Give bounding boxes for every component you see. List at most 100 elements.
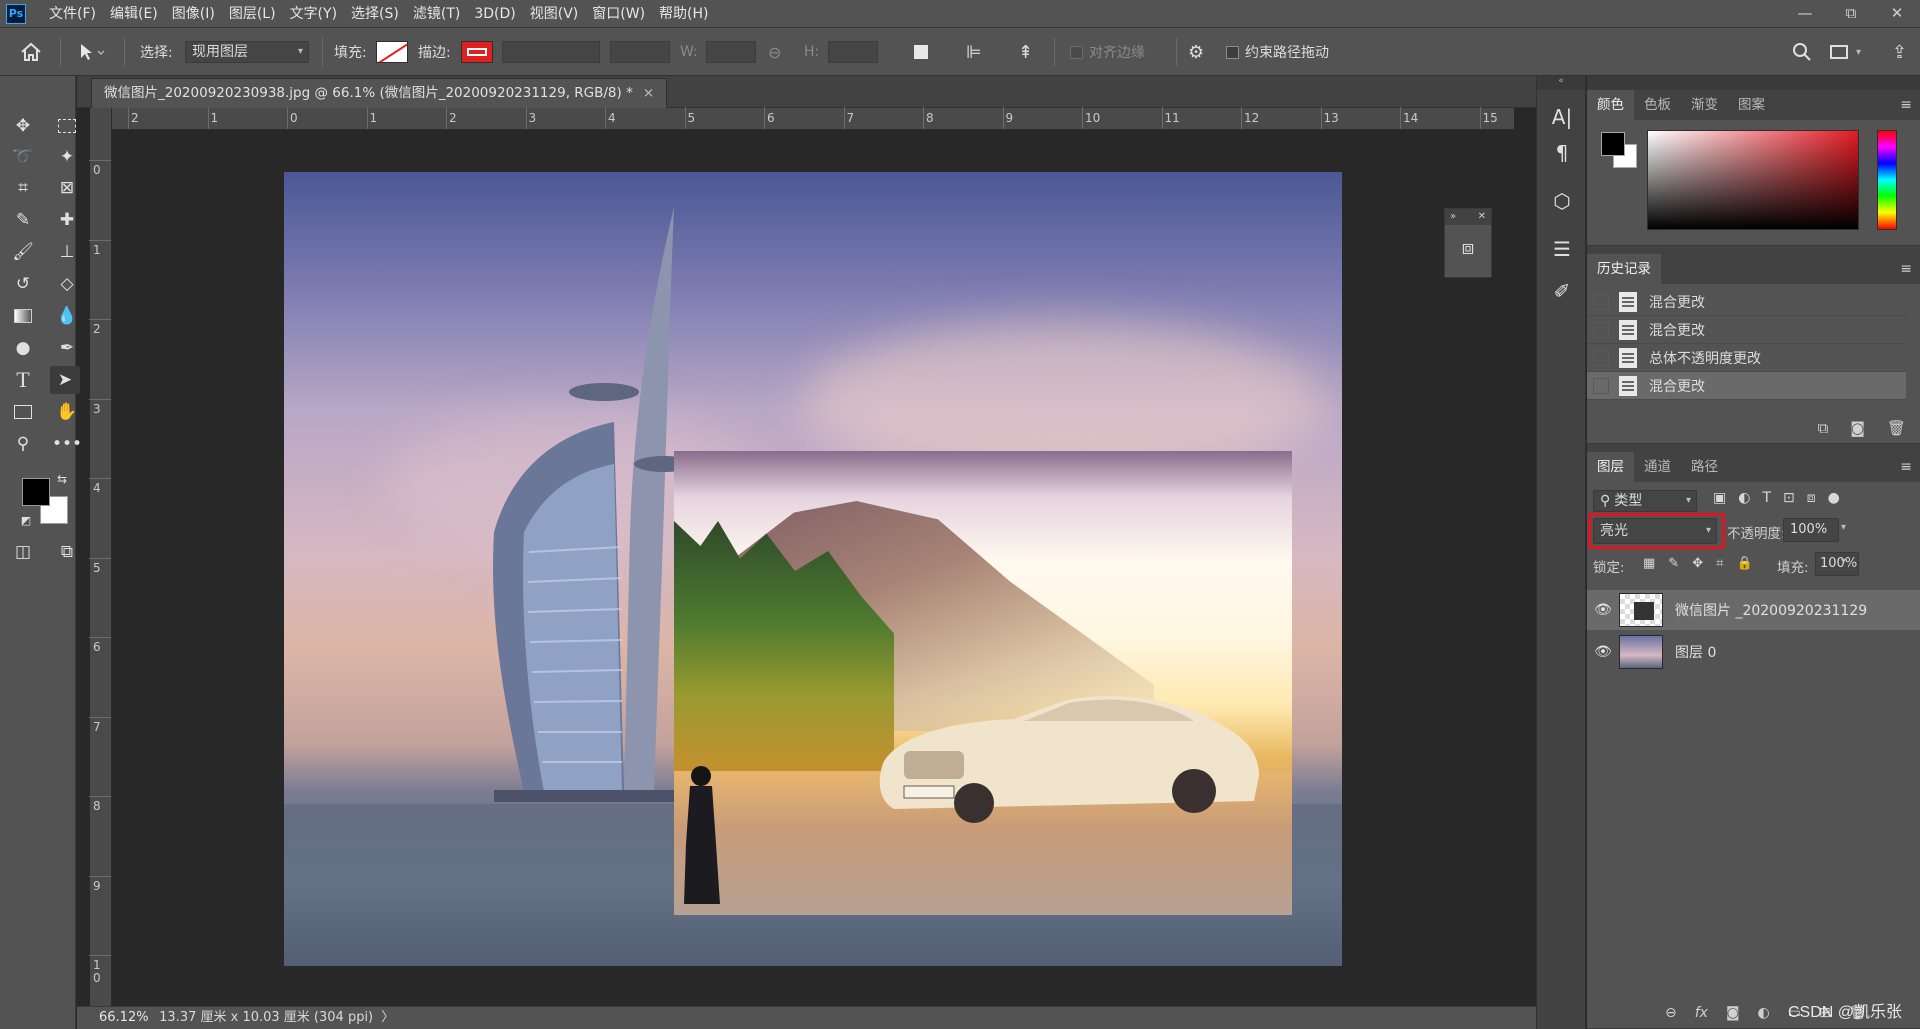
collapse-icon[interactable]: « (1537, 76, 1585, 90)
adjustment-layer-icon[interactable]: ◐ (1758, 1005, 1770, 1021)
add-mask-icon[interactable]: ◙ (1726, 1005, 1740, 1021)
foreground-color-swatch[interactable] (1601, 132, 1625, 156)
properties-panel-icon[interactable]: ☰ (1547, 234, 1577, 264)
eye-icon[interactable]: 👁 (1587, 644, 1619, 660)
move-tool-icon[interactable]: ✥ (8, 112, 38, 140)
tab-swatches[interactable]: 色板 (1634, 90, 1681, 120)
menu-image[interactable]: 图像(I) (165, 0, 222, 28)
smart-object-filter-icon[interactable]: ⧈ (1807, 490, 1816, 506)
quick-mask-icon[interactable]: ◫ (8, 538, 38, 566)
document-image[interactable] (284, 172, 1342, 966)
tab-color[interactable]: 颜色 (1587, 90, 1634, 120)
tab-channels[interactable]: 通道 (1634, 452, 1681, 482)
color-picker-field[interactable] (1647, 130, 1859, 230)
constrain-path-option[interactable]: 约束路径拖动 (1226, 28, 1329, 76)
new-snapshot-icon[interactable]: ◙ (1850, 419, 1865, 437)
horizontal-ruler[interactable]: 2 1 0 1 2 3 4 5 6 7 8 9 10 11 12 13 14 15 (112, 107, 1514, 130)
path-selection-tool-icon[interactable]: ➤ (50, 366, 80, 394)
pixel-filter-icon[interactable]: ▣ (1713, 490, 1726, 506)
default-colors-icon[interactable]: ◩ (18, 512, 34, 528)
eyedropper-tool-icon[interactable]: ✎ (8, 206, 38, 234)
chevron-down-icon[interactable]: ▾ (1841, 522, 1846, 533)
foreground-color-swatch[interactable] (22, 478, 50, 506)
align-edges-checkbox[interactable] (1070, 45, 1083, 59)
path-operations-icon[interactable] (914, 28, 928, 76)
menu-window[interactable]: 窗口(W) (585, 0, 652, 28)
constrain-path-checkbox[interactable] (1226, 45, 1239, 59)
chevron-down-icon[interactable]: ▾ (1841, 556, 1846, 567)
close-tab-icon[interactable]: × (643, 85, 654, 101)
path-select-tool-icon[interactable] (78, 28, 108, 76)
width-field[interactable] (706, 41, 756, 63)
panel-menu-icon[interactable]: ≡ (1900, 452, 1912, 482)
tab-gradients[interactable]: 渐变 (1681, 90, 1728, 120)
blur-tool-icon[interactable]: 💧 (52, 302, 82, 330)
lock-all-icon[interactable]: 🔒 (1736, 556, 1752, 571)
menu-type[interactable]: 文字(Y) (283, 0, 344, 28)
opacity-field[interactable]: 100% (1783, 518, 1839, 542)
brush-settings-icon[interactable]: ✐ (1547, 276, 1577, 306)
zoom-level[interactable]: 66.12% (99, 1007, 155, 1029)
zoom-tool-icon[interactable]: ⚲ (8, 430, 38, 458)
history-brush-source-box[interactable] (1593, 377, 1609, 394)
magic-wand-tool-icon[interactable]: ✦ (52, 143, 82, 171)
hand-tool-icon[interactable]: ✋ (52, 398, 82, 426)
swap-colors-icon[interactable]: ⇆ (54, 471, 70, 487)
fx-icon[interactable]: fx (1695, 1005, 1708, 1021)
pen-tool-icon[interactable]: ✒ (52, 334, 82, 362)
lock-position-icon[interactable]: ✥ (1692, 556, 1703, 571)
adjustment-filter-icon[interactable]: ◐ (1738, 490, 1750, 506)
stroke-type-dropdown[interactable] (610, 41, 670, 63)
history-brush-tool-icon[interactable]: ↺ (8, 270, 38, 298)
layer-name[interactable]: 微信图片 _20200920231129 (1675, 600, 1867, 620)
history-item-selected[interactable]: 混合更改 (1587, 372, 1906, 400)
3d-materials-icon[interactable]: ⧈ (1445, 235, 1491, 259)
document-tab[interactable]: 微信图片_20200920230938.jpg @ 66.1% (微信图片_20… (91, 78, 668, 108)
stroke-swatch[interactable] (461, 41, 493, 63)
tab-history[interactable]: 历史记录 (1587, 254, 1661, 284)
fill-swatch[interactable] (376, 41, 408, 63)
close-icon[interactable]: ✕ (1478, 209, 1486, 225)
layer-row[interactable]: 👁 微信图片 _20200920231129 (1587, 590, 1920, 630)
trash-icon[interactable]: 🗑 (1887, 419, 1906, 437)
minimize-button[interactable]: — (1782, 0, 1828, 28)
lasso-tool-icon[interactable]: ➰ (8, 143, 38, 171)
path-alignment-icon[interactable]: ⊫ (966, 28, 982, 76)
frame-tool-icon[interactable]: ⊠ (52, 174, 82, 202)
lock-transparency-icon[interactable]: ▦ (1643, 556, 1655, 571)
menu-layer[interactable]: 图层(L) (222, 0, 283, 28)
link-layers-icon[interactable]: ⊖ (1665, 1005, 1677, 1021)
status-arrow-icon[interactable]: 〉 (381, 1010, 394, 1025)
path-arrangement-icon[interactable]: ⇞ (1018, 28, 1033, 76)
vertical-ruler[interactable]: 0 1 2 3 4 5 6 7 8 9 1 0 (89, 108, 112, 1006)
history-brush-source-box[interactable] (1593, 349, 1609, 366)
layer-name[interactable]: 图层 0 (1675, 642, 1716, 662)
select-layer-dropdown[interactable]: 现用图层 ▾ (185, 41, 309, 63)
history-item[interactable]: 总体不透明度更改 (1587, 344, 1906, 372)
eraser-tool-icon[interactable]: ◇ (52, 270, 82, 298)
height-field[interactable] (828, 41, 878, 63)
layer-filter-dropdown[interactable]: ⚲ 类型 ▾ (1593, 490, 1697, 512)
healing-brush-tool-icon[interactable]: ✚ (52, 206, 82, 234)
brush-tool-icon[interactable]: 🖌 (8, 238, 38, 266)
align-edges-option[interactable]: 对齐边缘 (1070, 28, 1145, 76)
tab-paths[interactable]: 路径 (1681, 452, 1728, 482)
lock-artboard-icon[interactable]: ⌗ (1716, 556, 1723, 571)
fill-field[interactable]: 100% (1815, 552, 1859, 576)
menu-3d[interactable]: 3D(D) (467, 0, 522, 28)
rectangle-tool-icon[interactable] (8, 398, 38, 426)
character-panel-icon[interactable]: A| (1547, 102, 1577, 132)
type-filter-icon[interactable]: T (1762, 490, 1771, 506)
expand-icon[interactable]: » (1450, 209, 1456, 225)
eye-icon[interactable]: 👁 (1587, 602, 1619, 618)
filter-toggle-icon[interactable]: ● (1828, 490, 1840, 506)
stamp-tool-icon[interactable]: ⊥ (52, 238, 82, 266)
crop-tool-icon[interactable]: ⌗ (8, 174, 38, 202)
menu-view[interactable]: 视图(V) (523, 0, 586, 28)
menu-filter[interactable]: 滤镜(T) (406, 0, 467, 28)
tab-layers[interactable]: 图层 (1587, 452, 1634, 482)
close-window-button[interactable]: ✕ (1874, 0, 1920, 28)
panel-menu-icon[interactable]: ≡ (1900, 90, 1912, 120)
type-tool-icon[interactable]: T (8, 366, 38, 394)
history-brush-source-box[interactable] (1593, 293, 1609, 310)
